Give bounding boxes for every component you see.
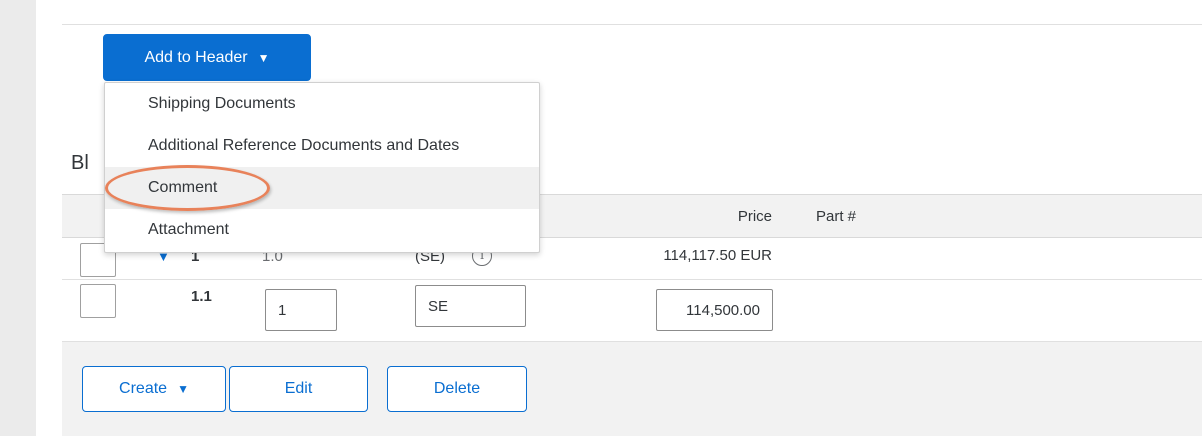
- price-value: 114,117.50 EUR: [663, 247, 772, 264]
- edit-button[interactable]: Edit: [229, 366, 368, 412]
- top-divider: [62, 24, 1202, 25]
- create-button[interactable]: Create ▼: [82, 366, 226, 412]
- add-to-header-button[interactable]: Add to Header ▼: [103, 34, 311, 81]
- caret-down-icon: ▼: [177, 382, 189, 396]
- unit-input[interactable]: SE: [415, 285, 526, 327]
- caret-down-icon: ▼: [257, 50, 270, 65]
- delete-button[interactable]: Delete: [387, 366, 527, 412]
- table-row: 1.1 1 SE 114,500.00: [62, 280, 1202, 342]
- column-header-part-number[interactable]: Part #: [816, 208, 856, 225]
- price-input[interactable]: 114,500.00: [656, 289, 773, 331]
- footer-toolbar: Create ▼ Edit Delete: [62, 342, 1202, 436]
- row-checkbox[interactable]: [80, 284, 116, 318]
- add-to-header-label: Add to Header: [144, 48, 248, 66]
- add-to-header-menu: Shipping Documents Additional Reference …: [104, 82, 540, 253]
- column-header-price[interactable]: Price: [738, 208, 772, 225]
- edit-label: Edit: [284, 380, 313, 397]
- delete-label: Delete: [433, 380, 481, 397]
- menu-item-attachment[interactable]: Attachment: [105, 209, 539, 251]
- line-number: 1.1: [191, 288, 212, 305]
- menu-item-comment[interactable]: Comment: [105, 167, 539, 209]
- quantity-input[interactable]: 1: [265, 289, 337, 331]
- left-rail: [0, 0, 36, 436]
- section-title: Bl: [71, 152, 89, 174]
- menu-item-shipping-documents[interactable]: Shipping Documents: [105, 83, 539, 125]
- create-label: Create: [119, 380, 168, 397]
- menu-item-additional-reference-documents[interactable]: Additional Reference Documents and Dates: [105, 125, 539, 167]
